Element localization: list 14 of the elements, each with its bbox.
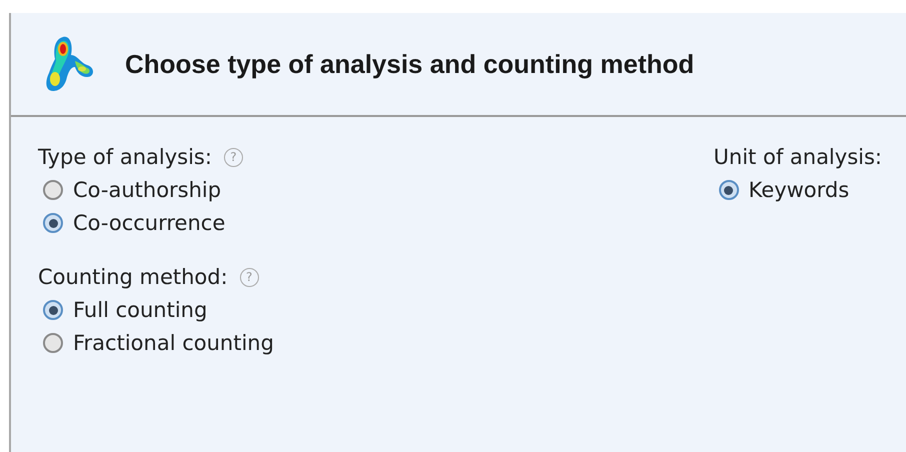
radio-button[interactable] bbox=[43, 213, 63, 233]
group-label: Unit of analysis: bbox=[714, 145, 882, 169]
radio-option[interactable]: Co-authorship bbox=[38, 178, 274, 202]
radio-button[interactable] bbox=[43, 180, 63, 200]
radio-button[interactable] bbox=[43, 300, 63, 320]
radio-option[interactable]: Fractional counting bbox=[38, 331, 274, 355]
radio-button[interactable] bbox=[43, 333, 63, 353]
radio-option[interactable]: Co-occurrence bbox=[38, 211, 274, 235]
dialog-title: Choose type of analysis and counting method bbox=[125, 48, 694, 80]
radio-option[interactable]: Full counting bbox=[38, 298, 274, 322]
radio-option[interactable]: Keywords bbox=[714, 178, 882, 202]
group-label: Counting method: bbox=[38, 265, 228, 289]
group-label: Type of analysis: bbox=[38, 145, 212, 169]
radio-button[interactable] bbox=[718, 180, 739, 200]
